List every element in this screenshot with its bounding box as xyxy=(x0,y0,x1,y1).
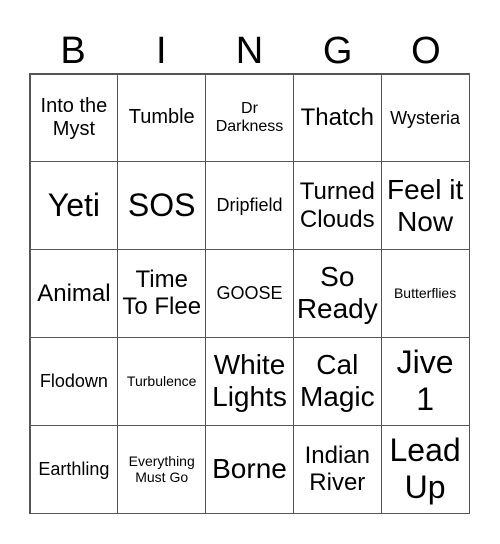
bingo-header: B I N G O xyxy=(29,28,470,74)
header-letter-i: I xyxy=(156,30,167,72)
bingo-cell[interactable]: Wysteria xyxy=(380,73,470,163)
bingo-cell[interactable]: Lead Up xyxy=(380,424,470,514)
bingo-cell[interactable]: Thatch xyxy=(292,73,382,163)
bingo-cell[interactable]: Dr Darkness xyxy=(205,73,294,163)
bingo-cell[interactable]: Turbulence xyxy=(117,336,207,426)
bingo-cell[interactable]: Dripfield xyxy=(205,161,294,251)
bingo-cell[interactable]: So Ready xyxy=(292,249,382,338)
bingo-grid: Into the Myst Tumble Dr Darkness Thatch … xyxy=(29,73,470,514)
bingo-cell[interactable]: Indian River xyxy=(292,424,382,514)
bingo-cell[interactable]: Into the Myst xyxy=(29,73,119,163)
bingo-cell[interactable]: Butterflies xyxy=(380,249,470,338)
bingo-cell[interactable]: Earthling xyxy=(29,424,119,514)
bingo-cell[interactable]: GOOSE xyxy=(205,249,294,338)
bingo-cell[interactable]: SOS xyxy=(117,161,207,251)
bingo-cell[interactable]: Animal xyxy=(29,249,119,338)
header-letter-b: B xyxy=(60,30,86,72)
header-letter-o: O xyxy=(411,30,441,72)
bingo-cell[interactable]: Everything Must Go xyxy=(117,424,207,514)
bingo-cell[interactable]: Flodown xyxy=(29,336,119,426)
bingo-cell[interactable]: Cal Magic xyxy=(292,336,382,426)
bingo-cell[interactable]: Borne xyxy=(205,424,294,514)
header-letter-g: G xyxy=(322,30,353,72)
bingo-cell[interactable]: Tumble xyxy=(117,73,207,163)
bingo-cell[interactable]: Time To Flee xyxy=(117,249,207,338)
bingo-cell[interactable]: Turned Clouds xyxy=(292,161,382,251)
bingo-cell[interactable]: White Lights xyxy=(205,336,294,426)
header-letter-n: N xyxy=(235,30,264,72)
bingo-cell[interactable]: Yeti xyxy=(29,161,119,251)
bingo-cell[interactable]: Feel it Now xyxy=(380,161,470,251)
bingo-cell[interactable]: Jive 1 xyxy=(380,336,470,426)
